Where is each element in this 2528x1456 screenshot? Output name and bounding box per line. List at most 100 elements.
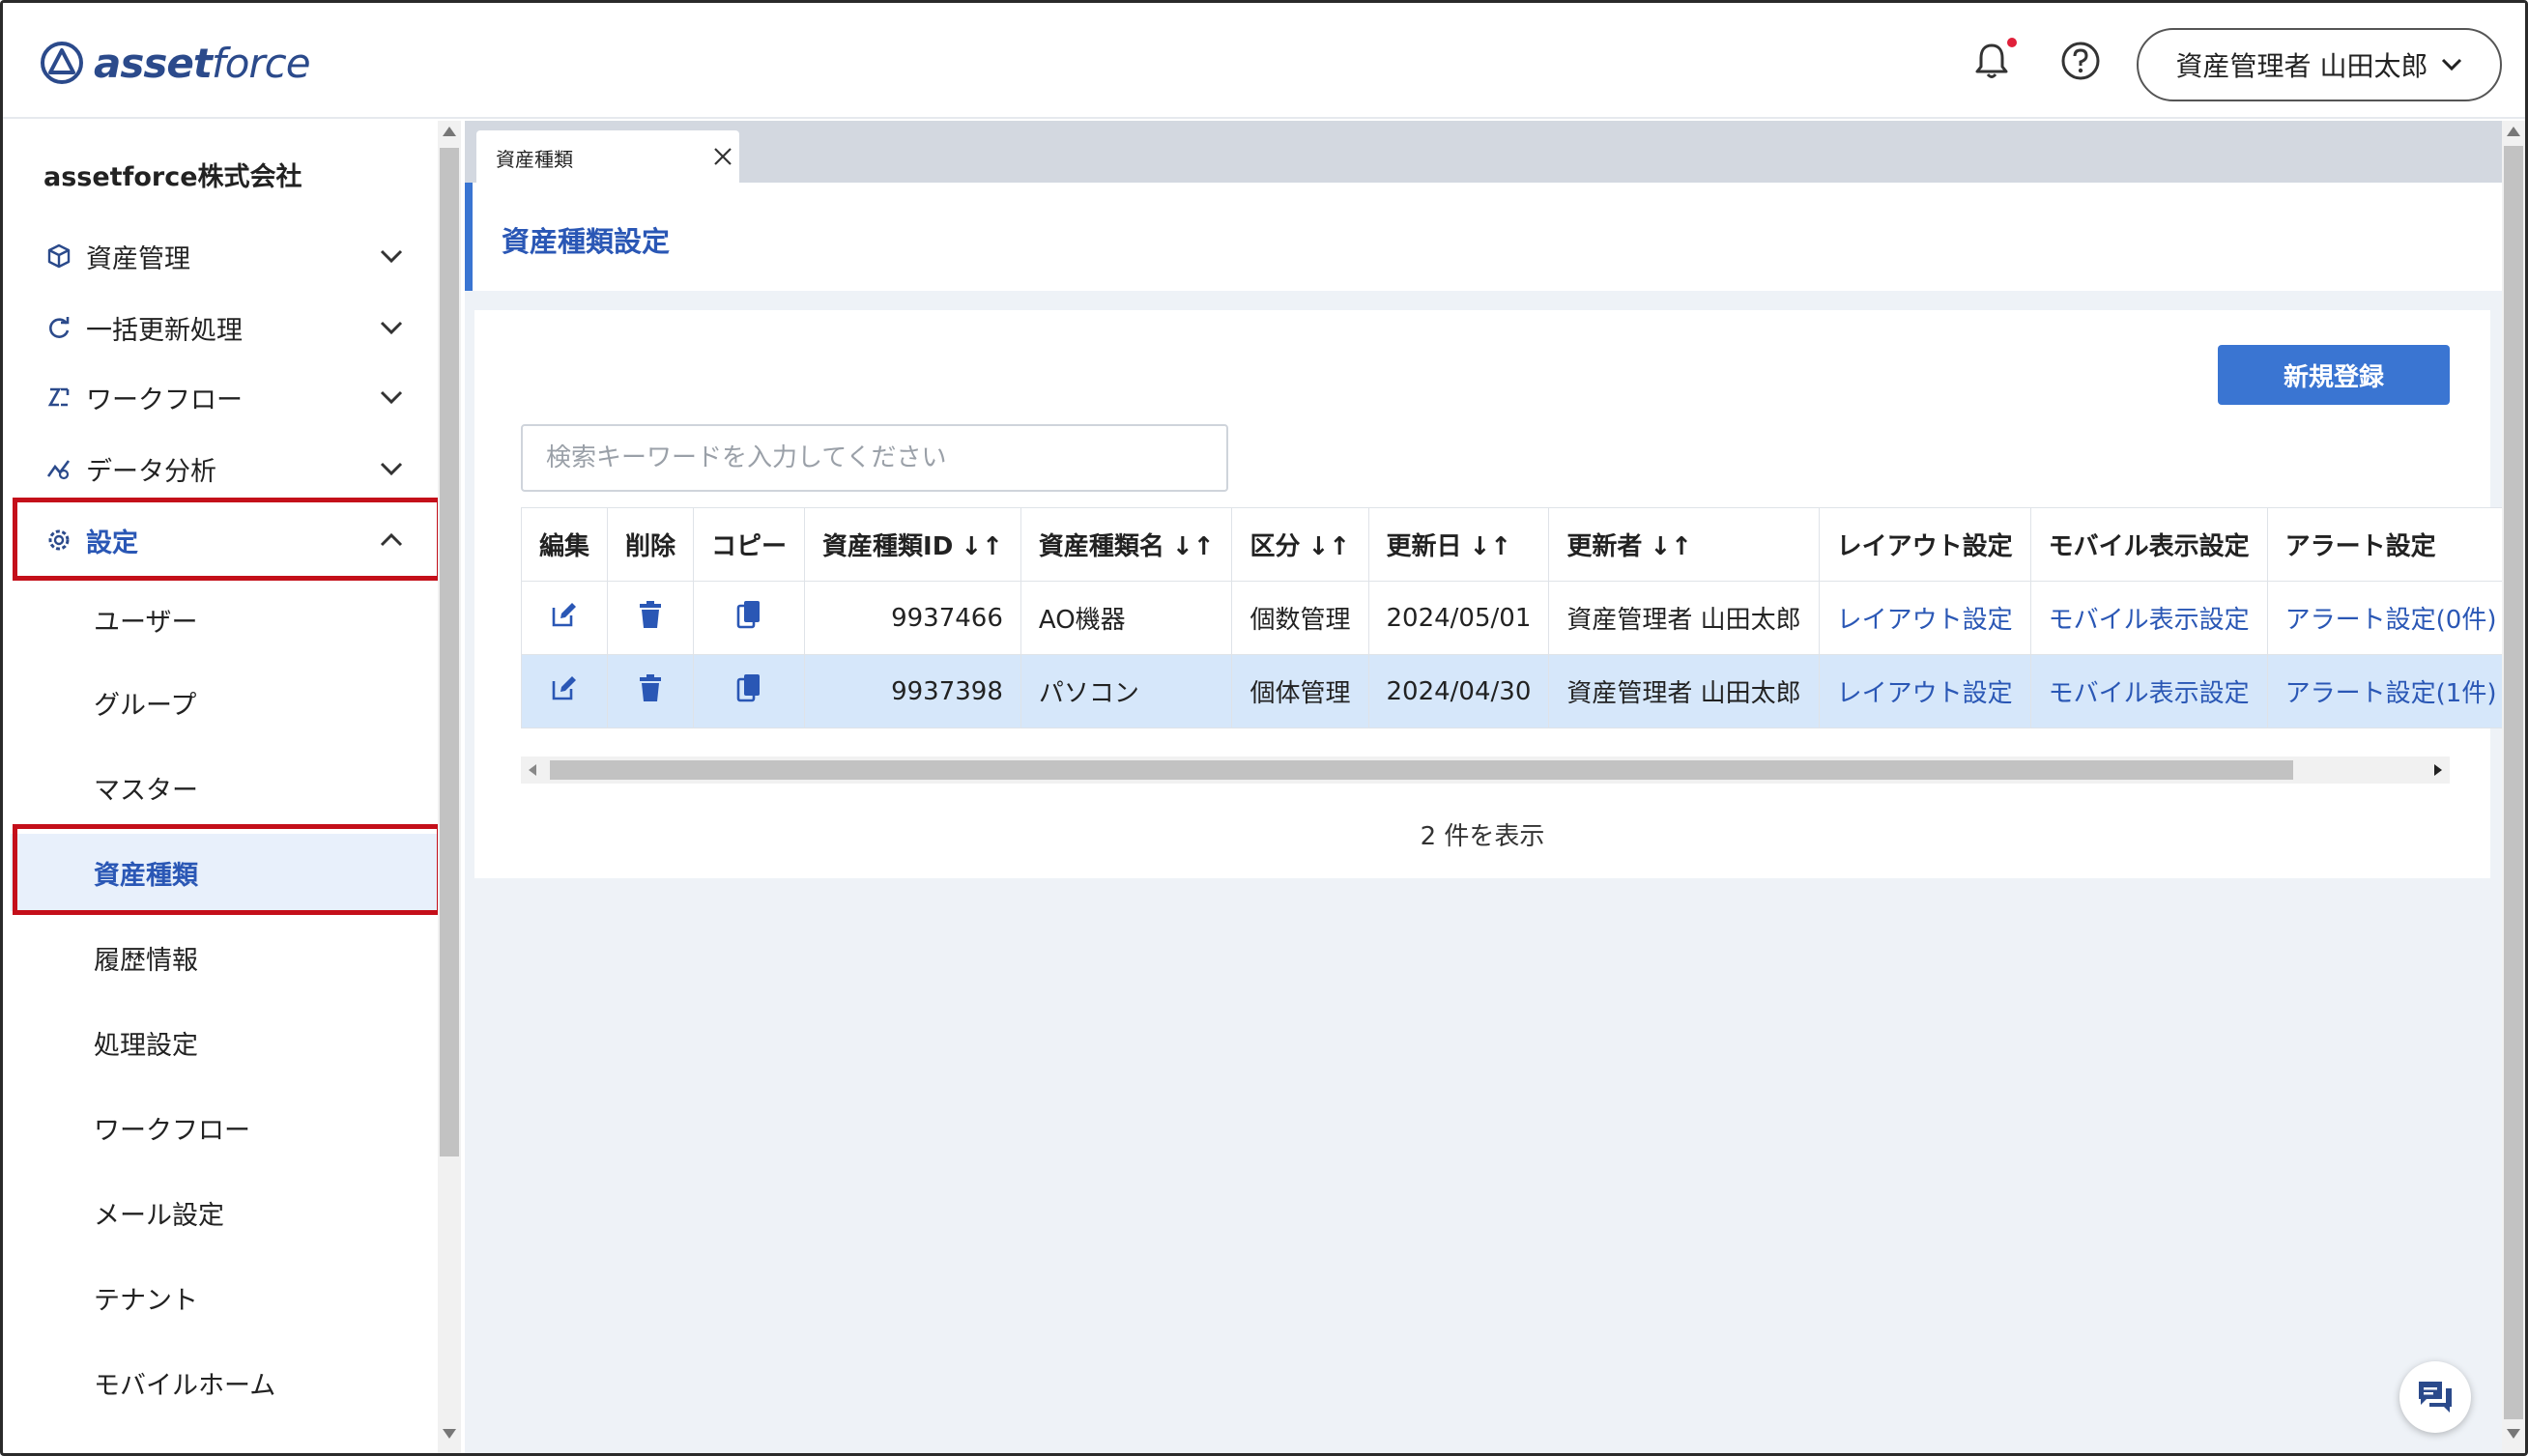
sidebar-subitem-mail-settings[interactable]: メール設定 (11, 1174, 442, 1251)
edit-cell[interactable] (520, 654, 609, 728)
sidebar-subitem-label: モバイルホーム (94, 1370, 276, 1401)
sidebar-subitem-tenant[interactable]: テナント (11, 1259, 442, 1336)
user-menu-button[interactable]: 資産管理者 山田太郎 (2137, 28, 2502, 101)
logo-icon (41, 42, 83, 84)
sidebar-subitem-label: マスター (94, 775, 198, 806)
col-updater[interactable]: 更新者 ↓↑ (1548, 507, 1820, 582)
sidebar-item-asset-management[interactable]: 資産管理 (11, 221, 442, 291)
sidebar-subitem-label: テナント (94, 1285, 198, 1316)
scroll-down-arrow-icon[interactable] (443, 1429, 456, 1439)
alert-settings-link[interactable]: アラート設定(0件) (2266, 581, 2515, 655)
copy-cell[interactable] (693, 581, 806, 655)
scroll-up-arrow-icon[interactable] (443, 127, 456, 136)
edit-cell[interactable] (520, 581, 609, 655)
col-alert: アラート設定 (2266, 507, 2515, 582)
bell-icon[interactable] (1970, 40, 2013, 82)
sidebar-subitem-groups[interactable]: グループ (11, 664, 442, 741)
chevron-down-icon (380, 462, 403, 476)
layout-settings-link[interactable]: レイアウト設定 (1818, 654, 2031, 728)
chart-line-icon (46, 460, 71, 480)
tab-bar: 資産種類 (465, 121, 2502, 185)
sidebar-subitem-process-settings[interactable]: 処理設定 (11, 1004, 442, 1081)
sidebar-subitem-label: 処理設定 (94, 1030, 198, 1061)
delete-cell[interactable] (607, 654, 695, 728)
col-category[interactable]: 区分 ↓↑ (1231, 507, 1369, 582)
search-input[interactable] (521, 424, 1228, 492)
sidebar-subitem-label: ワークフロー (94, 1115, 250, 1146)
tab-asset-types[interactable]: 資産種類 (476, 130, 739, 185)
refresh-icon (49, 317, 70, 338)
sidebar-subitem-master[interactable]: マスター (11, 749, 442, 826)
copy-icon[interactable] (736, 600, 761, 629)
cell-name: パソコン (1020, 654, 1233, 728)
col-delete: 削除 (607, 507, 695, 582)
company-name: assetforce株式会社 (43, 162, 302, 192)
trash-icon[interactable] (638, 673, 663, 702)
help-icon[interactable] (2059, 40, 2102, 82)
sort-icon[interactable]: ↓↑ (1308, 532, 1351, 561)
highlight-frame-asset-types (13, 824, 442, 915)
copy-icon[interactable] (736, 673, 761, 702)
new-registration-button[interactable]: 新規登録 (2218, 345, 2450, 405)
col-category-label: 区分 (1250, 532, 1301, 561)
user-name: 資産管理者 山田太郎 (2175, 50, 2428, 82)
sidebar-item-label: ワークフロー (86, 385, 243, 415)
col-name-label: 資産種類名 (1038, 532, 1164, 561)
sidebar: assetforce株式会社 資産管理 一括更新処理 ワークフロー データ分析 … (11, 121, 442, 1453)
sort-icon[interactable]: ↓↑ (1650, 532, 1692, 561)
tab-label: 資産種類 (496, 147, 573, 171)
sidebar-subitem-mobile-home[interactable]: モバイルホーム (11, 1344, 442, 1421)
col-name[interactable]: 資産種類名 ↓↑ (1020, 507, 1233, 582)
notification-dot (2007, 38, 2017, 47)
sidebar-item-data-analysis[interactable]: データ分析 (11, 434, 442, 503)
cell-category: 個数管理 (1231, 581, 1369, 655)
content-card: 新規登録 編集 削除 コピー 資産種類ID↓↑ 資産種類名↓↑ 区分↓↑ 更新日… (474, 310, 2515, 878)
edit-icon[interactable] (550, 600, 579, 629)
page-title: 資産種類設定 (502, 225, 671, 258)
sort-icon[interactable]: ↓↑ (1172, 532, 1215, 561)
delete-cell[interactable] (607, 581, 695, 655)
highlight-frame-settings (13, 498, 442, 581)
sidebar-item-label: 一括更新処理 (86, 315, 243, 346)
scroll-down-arrow-icon[interactable] (2507, 1429, 2520, 1439)
scroll-right-arrow-icon[interactable] (2434, 764, 2442, 776)
sidebar-scrollbar-thumb[interactable] (440, 148, 459, 1156)
col-id-label: 資産種類ID (822, 532, 954, 561)
cube-icon (47, 243, 71, 269)
cell-updater: 資産管理者 山田太郎 (1548, 654, 1820, 728)
app-window: assetforce 資産管理者 山田太郎 assetforce株式会社 資産管… (0, 0, 2528, 1456)
trash-icon[interactable] (638, 600, 663, 629)
table-row[interactable]: 9937466 AO機器 個数管理 2024/05/01 資産管理者 山田太郎 … (520, 581, 2515, 655)
chevron-down-icon (380, 249, 403, 264)
sidebar-subitem-users[interactable]: ユーザー (11, 581, 442, 658)
mobile-settings-link[interactable]: モバイル表示設定 (2029, 581, 2268, 655)
sidebar-subitem-history[interactable]: 履歴情報 (11, 919, 442, 996)
col-updated[interactable]: 更新日 ↓↑ (1367, 507, 1550, 582)
cell-updated: 2024/04/30 (1367, 654, 1550, 728)
chevron-down-icon (380, 390, 403, 405)
edit-icon[interactable] (550, 673, 579, 702)
sort-icon[interactable]: ↓↑ (961, 532, 1003, 561)
scroll-left-arrow-icon[interactable] (529, 764, 536, 776)
layout-settings-link[interactable]: レイアウト設定 (1818, 581, 2031, 655)
scroll-up-arrow-icon[interactable] (2507, 127, 2520, 136)
copy-cell[interactable] (693, 654, 806, 728)
sort-icon[interactable]: ↓↑ (1470, 532, 1512, 561)
chat-button[interactable] (2399, 1361, 2471, 1433)
logo[interactable]: assetforce (40, 36, 311, 90)
close-icon[interactable] (712, 146, 733, 167)
cell-updated: 2024/05/01 (1367, 581, 1550, 655)
sidebar-item-bulk-update[interactable]: 一括更新処理 (11, 293, 442, 362)
mobile-settings-link[interactable]: モバイル表示設定 (2029, 654, 2268, 728)
table-row[interactable]: 9937398 パソコン 個体管理 2024/04/30 資産管理者 山田太郎 … (520, 654, 2515, 728)
table-header-row: 編集 削除 コピー 資産種類ID ↓↑ 資産種類名 ↓↑ 区分 ↓↑ 更新日 ↓↑ 更新… (520, 507, 2515, 582)
table-scrollbar-thumb[interactable] (550, 760, 2293, 780)
sidebar-subitem-workflow[interactable]: ワークフロー (11, 1089, 442, 1166)
main-scrollbar-thumb[interactable] (2504, 146, 2523, 1419)
alert-settings-link[interactable]: アラート設定(1件) (2266, 654, 2515, 728)
sidebar-subitem-label: グループ (94, 690, 197, 721)
cell-name: AO機器 (1020, 581, 1233, 655)
col-id[interactable]: 資産種類ID ↓↑ (804, 507, 1021, 582)
table-horizontal-scrollbar[interactable] (521, 757, 2450, 784)
sidebar-item-workflow[interactable]: ワークフロー (11, 362, 442, 432)
